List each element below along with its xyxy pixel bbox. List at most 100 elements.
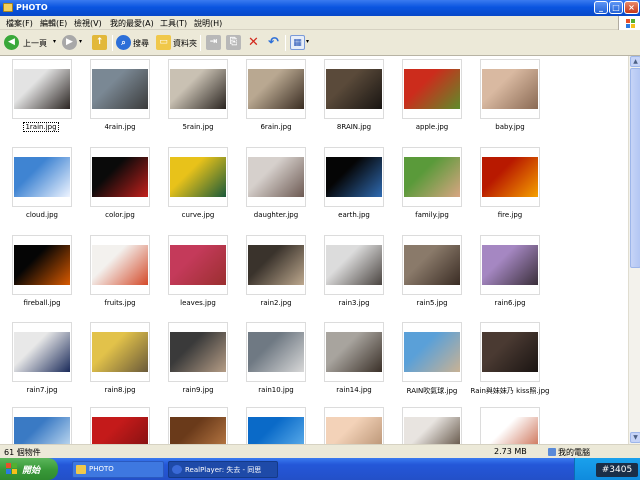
file-item[interactable]: leaves.jpg	[158, 235, 236, 313]
image-thumbnail	[14, 245, 70, 285]
thumbnail-frame	[324, 235, 384, 295]
file-name: fire.jpg	[497, 211, 523, 219]
menu-bar: 檔案(F) 編輯(E) 檢視(V) 我的最愛(A) 工具(T) 說明(H)	[0, 16, 640, 30]
file-item[interactable]: rain6.jpg	[470, 235, 548, 313]
file-item[interactable]: rain14.jpg	[314, 322, 392, 400]
file-item[interactable]	[314, 407, 392, 444]
file-name: RAIN吹氣球.jpg	[406, 387, 458, 395]
file-item[interactable]: color.jpg	[80, 147, 158, 225]
file-item[interactable]: baby.jpg	[470, 59, 548, 137]
file-item[interactable]: rain10.jpg	[236, 322, 314, 400]
folders-button[interactable]: ▭ 資料夾	[156, 34, 198, 52]
menu-tools[interactable]: 工具(T)	[160, 18, 187, 29]
thumbnail-frame	[90, 59, 150, 119]
thumbnail-frame	[402, 407, 462, 444]
file-item[interactable]	[236, 407, 314, 444]
file-item[interactable]	[392, 407, 470, 444]
file-item[interactable]: family.jpg	[392, 147, 470, 225]
image-thumbnail	[170, 69, 226, 109]
forward-dropdown-icon[interactable]: ▾	[79, 38, 82, 45]
file-item[interactable]	[80, 407, 158, 444]
file-item[interactable]: 8RAIN.jpg	[314, 59, 392, 137]
file-item[interactable]: rain7.jpg	[2, 322, 80, 400]
delete-button[interactable]: ✕	[246, 34, 262, 52]
views-dropdown-icon[interactable]: ▾	[306, 38, 309, 45]
thumbnail-frame	[168, 147, 228, 207]
move-to-button[interactable]: ⇥	[206, 34, 222, 52]
menu-view[interactable]: 檢視(V)	[74, 18, 102, 29]
menu-file[interactable]: 檔案(F)	[6, 18, 33, 29]
file-item[interactable]: 6rain.jpg	[236, 59, 314, 137]
scroll-up-icon[interactable]: ▲	[630, 56, 640, 67]
file-item[interactable]: rain9.jpg	[158, 322, 236, 400]
image-thumbnail	[248, 245, 304, 285]
thumbnail-frame	[90, 235, 150, 295]
file-item[interactable]: daughter.jpg	[236, 147, 314, 225]
file-name: rain5.jpg	[416, 299, 448, 307]
menu-favorites[interactable]: 我的最愛(A)	[110, 18, 154, 29]
up-folder-button[interactable]: ↑	[92, 34, 110, 52]
image-thumbnail	[14, 417, 70, 444]
close-button[interactable]: ×	[624, 1, 639, 14]
image-thumbnail	[326, 417, 382, 444]
minimize-button[interactable]: _	[594, 1, 608, 14]
folder-icon	[3, 3, 13, 12]
menu-help[interactable]: 說明(H)	[194, 18, 222, 29]
back-dropdown-icon[interactable]: ▾	[53, 38, 56, 45]
file-item[interactable]: earth.jpg	[314, 147, 392, 225]
file-item[interactable]: curve.jpg	[158, 147, 236, 225]
taskbar-item-realplayer[interactable]: RealPlayer: 失去 - 同思	[168, 461, 278, 478]
image-thumbnail	[170, 157, 226, 197]
views-icon: ▦	[290, 35, 305, 50]
toolbar-separator	[200, 35, 201, 51]
maximize-button[interactable]: □	[609, 1, 623, 14]
scroll-thumb[interactable]	[630, 68, 640, 268]
undo-button[interactable]: ↶	[266, 34, 282, 52]
file-item[interactable]: rain3.jpg	[314, 235, 392, 313]
image-thumbnail	[482, 245, 538, 285]
file-item[interactable]: Rain與妹妹乃 kiss照.jpg	[470, 322, 549, 400]
forward-button[interactable]: ▶ ▾	[62, 34, 86, 52]
taskbar-item-photo[interactable]: PHOTO	[72, 461, 164, 478]
file-item[interactable]: 4rain.jpg	[80, 59, 158, 137]
search-button[interactable]: ⌕ 搜尋	[116, 34, 152, 52]
file-item[interactable]: rain2.jpg	[236, 235, 314, 313]
image-thumbnail	[170, 417, 226, 444]
thumbnail-frame	[480, 59, 540, 119]
file-item[interactable]: cloud.jpg	[2, 147, 80, 225]
file-item[interactable]: rain8.jpg	[80, 322, 158, 400]
menu-edit[interactable]: 編輯(E)	[40, 18, 67, 29]
image-thumbnail	[404, 69, 460, 109]
back-button[interactable]: ◀ 上一頁 ▾	[4, 34, 60, 52]
file-item[interactable]: rain5.jpg	[392, 235, 470, 313]
thumbnail-frame	[480, 407, 540, 444]
file-item[interactable]	[470, 407, 548, 444]
copy-to-button[interactable]: ⎘	[226, 34, 242, 52]
file-item[interactable]: fruits.jpg	[80, 235, 158, 313]
vertical-scrollbar[interactable]: ▲ ▼	[628, 56, 640, 444]
file-name: rain3.jpg	[338, 299, 370, 307]
file-item[interactable]	[2, 407, 80, 444]
start-button[interactable]: 開始	[0, 458, 58, 480]
views-button[interactable]: ▦ ▾	[290, 34, 312, 52]
image-thumbnail	[92, 417, 148, 444]
image-thumbnail	[404, 332, 460, 372]
file-item[interactable]: fire.jpg	[470, 147, 548, 225]
file-item[interactable]: fireball.jpg	[2, 235, 80, 313]
file-item[interactable]: RAIN吹氣球.jpg	[392, 322, 470, 400]
file-item[interactable]: apple.jpg	[392, 59, 470, 137]
image-thumbnail	[248, 417, 304, 444]
image-thumbnail	[92, 332, 148, 372]
file-name: family.jpg	[415, 211, 449, 219]
undo-icon: ↶	[268, 35, 279, 50]
file-item[interactable]: 1rain.jpg	[2, 59, 80, 137]
file-name: rain14.jpg	[336, 386, 372, 394]
file-item[interactable]: 5rain.jpg	[158, 59, 236, 137]
scroll-down-icon[interactable]: ▼	[630, 432, 640, 443]
windows-logo-icon	[618, 16, 640, 30]
delete-icon: ✕	[248, 35, 259, 50]
title-bar[interactable]: PHOTO _ □ ×	[0, 0, 640, 16]
file-view[interactable]: 1rain.jpg 4rain.jpg 5rain.jpg 6rain.jpg 8RAI…	[0, 56, 628, 444]
thumbnail-frame	[324, 147, 384, 207]
file-item[interactable]	[158, 407, 236, 444]
